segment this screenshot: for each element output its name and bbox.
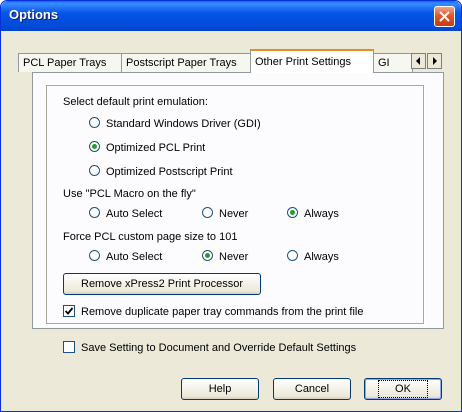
radio-button[interactable] xyxy=(89,165,100,176)
remove-duplicate-checkbox[interactable]: Remove duplicate paper tray commands fro… xyxy=(63,305,363,319)
arrow-left-icon xyxy=(416,57,420,65)
save-setting-checkbox[interactable]: Save Setting to Document and Override De… xyxy=(63,341,356,355)
checkbox-box[interactable] xyxy=(63,341,75,353)
radio-button[interactable] xyxy=(89,117,100,128)
radio-label: Always xyxy=(304,251,339,263)
tab-postscript-paper-trays[interactable]: Postscript Paper Trays xyxy=(121,53,251,72)
radio-optimized-postscript[interactable]: Optimized Postscript Print xyxy=(89,165,233,179)
tab-gi[interactable]: GI xyxy=(373,53,413,72)
dialog-title: Options xyxy=(9,7,59,22)
radio-standard-windows-driver[interactable]: Standard Windows Driver (GDI) xyxy=(89,117,261,131)
help-button[interactable]: Help xyxy=(181,378,259,400)
radio-label: Never xyxy=(219,251,249,263)
tab-label: Other Print Settings xyxy=(255,56,351,68)
radio-label: Optimized PCL Print xyxy=(106,142,206,154)
radio-label: Optimized Postscript Print xyxy=(106,166,233,178)
radio-button[interactable] xyxy=(287,207,298,218)
radio-pcl-macro-always[interactable]: Always xyxy=(287,207,339,221)
radio-force-pcl-never[interactable]: Never xyxy=(202,250,248,264)
radio-label: Auto Select xyxy=(106,251,163,263)
remove-print-processor-button[interactable]: Remove xPress2 Print Processor xyxy=(63,273,261,295)
radio-button[interactable] xyxy=(89,207,100,218)
button-label: Remove xPress2 Print Processor xyxy=(81,278,243,290)
radio-button[interactable] xyxy=(89,250,100,261)
close-icon xyxy=(439,11,450,22)
close-button[interactable] xyxy=(434,6,455,27)
radio-button[interactable] xyxy=(202,250,213,261)
radio-button[interactable] xyxy=(287,250,298,261)
emulation-label: Select default print emulation: xyxy=(63,96,208,108)
checkbox-box[interactable] xyxy=(63,305,75,317)
button-label: OK xyxy=(378,380,428,398)
ok-button[interactable]: OK xyxy=(364,378,442,400)
button-label: Help xyxy=(208,383,232,395)
radio-button[interactable] xyxy=(89,141,100,152)
options-dialog: Options PCL Paper Trays Postscript Paper… xyxy=(0,0,462,412)
arrow-right-icon xyxy=(433,57,437,65)
checkbox-label: Save Setting to Document and Override De… xyxy=(81,342,357,354)
tab-label: Postscript Paper Trays xyxy=(126,57,237,69)
cancel-button[interactable]: Cancel xyxy=(273,378,351,400)
tab-scroll-right-button[interactable] xyxy=(427,53,442,69)
tab-scroll-left-button[interactable] xyxy=(411,53,426,69)
tab-label: PCL Paper Trays xyxy=(23,57,107,69)
radio-optimized-pcl[interactable]: Optimized PCL Print xyxy=(89,141,205,155)
radio-force-pcl-always[interactable]: Always xyxy=(287,250,339,264)
checkbox-label: Remove duplicate paper tray commands fro… xyxy=(81,306,364,318)
tab-other-print-settings[interactable]: Other Print Settings xyxy=(250,49,374,73)
pcl-macro-label: Use "PCL Macro on the fly" xyxy=(63,188,196,200)
radio-label: Never xyxy=(219,208,249,220)
force-pcl-label: Force PCL custom page size to 101 xyxy=(63,231,238,243)
tab-label: GI xyxy=(378,57,390,69)
tab-scroll-buttons xyxy=(411,53,443,69)
radio-label: Standard Windows Driver (GDI) xyxy=(106,118,261,130)
radio-pcl-macro-never[interactable]: Never xyxy=(202,207,248,221)
title-bar[interactable]: Options xyxy=(1,1,461,31)
checkmark-icon xyxy=(64,307,74,315)
tab-pcl-paper-trays[interactable]: PCL Paper Trays xyxy=(18,53,122,72)
radio-label: Auto Select xyxy=(106,208,163,220)
radio-label: Always xyxy=(304,208,339,220)
radio-button[interactable] xyxy=(202,207,213,218)
button-label: Cancel xyxy=(294,383,330,395)
radio-pcl-macro-auto-select[interactable]: Auto Select xyxy=(89,207,162,221)
radio-force-pcl-auto-select[interactable]: Auto Select xyxy=(89,250,162,264)
